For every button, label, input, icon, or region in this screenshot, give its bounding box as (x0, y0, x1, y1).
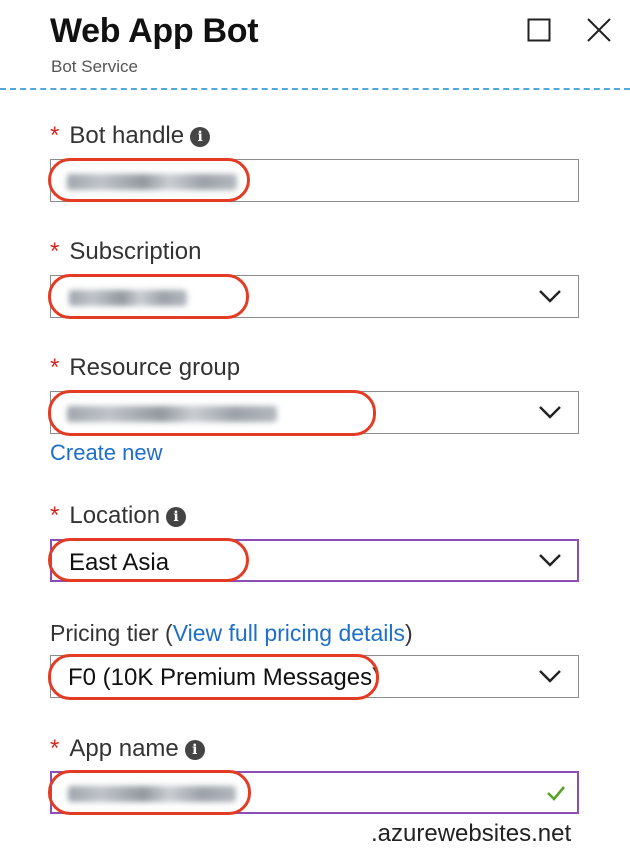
location-value: East Asia (69, 549, 170, 576)
required-marker: * (50, 735, 60, 762)
subscription-label: * Subscription (50, 238, 201, 266)
blade-title: Web App Bot (50, 12, 259, 50)
required-marker: * (50, 238, 60, 265)
required-marker: * (50, 122, 60, 149)
pricing-details-link[interactable]: View full pricing details (173, 620, 405, 646)
checkmark-icon (547, 786, 565, 801)
bot-handle-label: * Bot handle i (50, 122, 211, 150)
resource-group-label-text: Resource group (69, 354, 241, 381)
info-icon[interactable]: i (166, 507, 187, 527)
redacted-value (68, 786, 236, 802)
pricing-tier-dropdown[interactable]: F0 (10K Premium Messages) (48, 654, 579, 700)
required-marker: * (50, 354, 60, 381)
header-divider (0, 88, 630, 90)
info-icon[interactable]: i (190, 127, 211, 147)
app-name-domain-suffix: .azurewebsites.net (371, 820, 572, 847)
app-name-input[interactable] (48, 770, 579, 815)
chevron-down-icon (539, 290, 561, 303)
location-label: * Location i (50, 502, 187, 530)
chevron-down-icon (539, 406, 561, 419)
resource-group-label: * Resource group (50, 354, 240, 382)
subscription-label-text: Subscription (69, 238, 202, 265)
app-name-label-text: App name (69, 735, 179, 762)
pricing-tier-value: F0 (10K Premium Messages) (68, 664, 381, 691)
app-name-label: * App name i (50, 735, 205, 763)
info-icon[interactable]: i (184, 740, 205, 760)
create-new-link[interactable]: Create new (50, 440, 163, 466)
maximize-button[interactable] (519, 10, 559, 50)
pricing-tier-label: Pricing tier (View full pricing details) (50, 620, 413, 647)
close-icon (587, 18, 611, 42)
required-marker: * (50, 502, 60, 529)
subscription-dropdown[interactable] (48, 274, 579, 319)
pricing-tier-label-close: ) (404, 620, 413, 646)
resource-group-dropdown[interactable] (48, 390, 579, 436)
redacted-value (67, 174, 237, 190)
redacted-value (67, 406, 277, 422)
redacted-value (69, 290, 187, 306)
close-button[interactable] (579, 10, 619, 50)
location-dropdown[interactable]: East Asia (48, 538, 579, 582)
bot-handle-label-text: Bot handle (69, 122, 185, 149)
maximize-icon (527, 18, 551, 42)
chevron-down-icon (539, 554, 561, 567)
chevron-down-icon (539, 670, 561, 683)
blade-subtitle: Bot Service (51, 57, 138, 76)
location-label-text: Location (69, 502, 161, 529)
bot-handle-input[interactable] (48, 158, 579, 202)
pricing-tier-label-text: Pricing tier ( (50, 620, 173, 646)
